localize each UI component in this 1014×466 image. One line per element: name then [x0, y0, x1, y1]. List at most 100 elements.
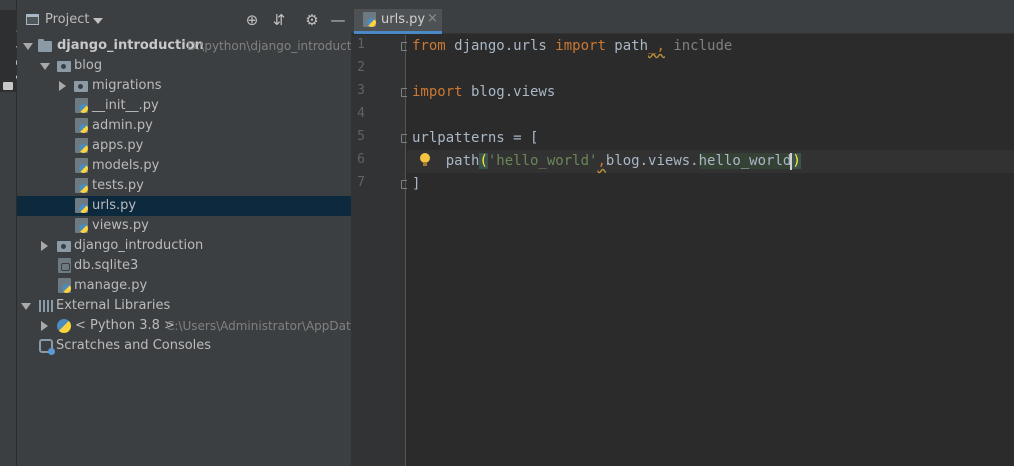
string-literal: 'hello_world': [487, 153, 598, 169]
keyword-from: from: [412, 38, 446, 54]
unused-import-include: include: [664, 38, 733, 54]
line-number: 2: [357, 60, 365, 75]
tree-item-label: django_introduction: [74, 238, 204, 253]
tree-item-django-introduction-pkg[interactable]: django_introduction: [17, 236, 351, 256]
project-panel: Project ⊕ ⇵ ⚙ — django_introduction D:\p…: [17, 0, 351, 466]
expand-arrow-icon[interactable]: [56, 76, 68, 96]
collapse-all-icon[interactable]: ⇵: [270, 11, 288, 29]
package-folder-icon: [57, 61, 71, 72]
expand-arrow-icon[interactable]: [38, 236, 50, 256]
line-number: 7: [357, 175, 365, 190]
python-file-icon: [58, 278, 71, 293]
expand-arrow-icon[interactable]: [38, 316, 50, 336]
function-call: path: [445, 153, 480, 169]
closing-bracket: ]: [412, 176, 421, 192]
collapse-arrow-icon[interactable]: [39, 56, 51, 76]
line-number: 3: [357, 83, 365, 98]
tree-item-models-py[interactable]: models.py: [17, 156, 351, 176]
python-file-icon: [75, 218, 88, 233]
open-paren: (: [479, 153, 488, 169]
project-tool-tab[interactable]: 1: Project: [0, 10, 27, 92]
python-file-icon: [363, 12, 376, 27]
python-icon: [57, 319, 71, 333]
tree-item-label: Scratches and Consoles: [56, 338, 212, 353]
code-line-6: path('hello_world',blog.views.hello_worl…: [412, 150, 801, 173]
collapse-arrow-icon[interactable]: [22, 36, 34, 56]
tree-item-label: apps.py: [92, 138, 144, 153]
editor-tab-bar: urls.py ×: [351, 0, 1014, 34]
python-file-icon: [75, 158, 88, 173]
hide-panel-icon[interactable]: —: [329, 11, 347, 29]
line-number: 6: [357, 152, 365, 167]
tree-item-init-py[interactable]: __init__.py: [17, 96, 351, 116]
code-line-7: ]: [412, 173, 420, 196]
line-number: 4: [357, 106, 365, 121]
tree-item-python-sdk[interactable]: < Python 3.8 > C:\Users\Administrator\Ap…: [17, 316, 351, 336]
close-icon[interactable]: ×: [427, 11, 438, 26]
line-number: 5: [357, 129, 365, 144]
database-file-icon: [58, 258, 71, 273]
gear-icon[interactable]: ⚙: [303, 11, 321, 29]
tree-item-label: views.py: [92, 218, 149, 233]
close-paren: ): [792, 153, 801, 169]
python-file-icon: [75, 178, 88, 193]
module-name: blog.views: [462, 84, 556, 100]
import-name-path: path: [605, 38, 649, 54]
tree-item-tests-py[interactable]: tests.py: [17, 176, 351, 196]
tree-item-label: django_introduction: [57, 38, 204, 53]
package-folder-icon: [74, 81, 88, 92]
highlighted-reference: hello_world: [698, 153, 792, 169]
folder-icon: [38, 39, 52, 52]
tree-item-path: D:\python\django_introducti: [187, 39, 351, 53]
tree-item-scratches[interactable]: Scratches and Consoles: [17, 336, 351, 356]
tree-item-label: urls.py: [92, 198, 137, 213]
tree-item-label: admin.py: [92, 118, 153, 133]
project-view-icon: [26, 14, 39, 25]
tree-item-admin-py[interactable]: admin.py: [17, 116, 351, 136]
tree-item-migrations[interactable]: migrations: [17, 76, 351, 96]
tree-item-label: manage.py: [74, 278, 148, 293]
keyword-import: import: [555, 38, 606, 54]
editor-gutter[interactable]: 1 2 3 4 5 6 7: [351, 35, 408, 466]
tree-item-label: < Python 3.8 >: [75, 318, 175, 333]
assignment-text: urlpatterns = [: [412, 130, 539, 146]
tree-item-urls-py[interactable]: urls.py: [17, 196, 351, 216]
scratches-icon: [39, 339, 55, 355]
tree-item-external-libraries[interactable]: External Libraries: [17, 296, 351, 316]
locate-file-icon[interactable]: ⊕: [243, 11, 261, 29]
comma-warning: ,: [597, 153, 606, 169]
tree-item-blog[interactable]: blog: [17, 56, 351, 76]
editor-tab-label: urls.py: [381, 12, 426, 27]
python-file-icon: [75, 138, 88, 153]
code-line-3: import blog.views: [412, 81, 555, 104]
reference-prefix: blog.views.: [605, 153, 699, 169]
collapse-arrow-icon[interactable]: [20, 296, 32, 316]
python-file-icon: [75, 98, 88, 113]
keyword-import: import: [412, 84, 463, 100]
tree-item-label: External Libraries: [56, 298, 171, 313]
code-editor[interactable]: from django.urls import path_, include i…: [407, 35, 1014, 466]
editor-tab-urls-py[interactable]: urls.py ×: [354, 9, 442, 34]
tree-item-label: tests.py: [92, 178, 144, 193]
libraries-icon: [39, 300, 53, 312]
code-line-5: urlpatterns = [: [412, 127, 538, 150]
code-line-1: from django.urls import path_, include: [412, 35, 732, 58]
tree-item-manage-py[interactable]: manage.py: [17, 276, 351, 296]
python-file-icon: [75, 198, 88, 213]
tree-item-label: migrations: [92, 78, 162, 93]
project-view-selector[interactable]: Project: [45, 12, 89, 27]
tree-item-apps-py[interactable]: apps.py: [17, 136, 351, 156]
tree-item-label: models.py: [92, 158, 160, 173]
tree-item-db-sqlite3[interactable]: db.sqlite3: [17, 256, 351, 276]
package-folder-icon: [57, 241, 71, 252]
tree-item-path: C:\Users\Administrator\AppData: [166, 319, 351, 333]
python-file-icon: [75, 118, 88, 133]
separator-warning: _,: [648, 38, 665, 54]
tree-item-django-introduction-root[interactable]: django_introduction D:\python\django_int…: [17, 36, 351, 56]
chevron-down-icon[interactable]: [93, 18, 103, 24]
folder-icon: [3, 82, 13, 90]
tree-item-views-py[interactable]: views.py: [17, 216, 351, 236]
module-name: django.urls: [445, 38, 556, 54]
tree-item-label: blog: [74, 58, 103, 73]
